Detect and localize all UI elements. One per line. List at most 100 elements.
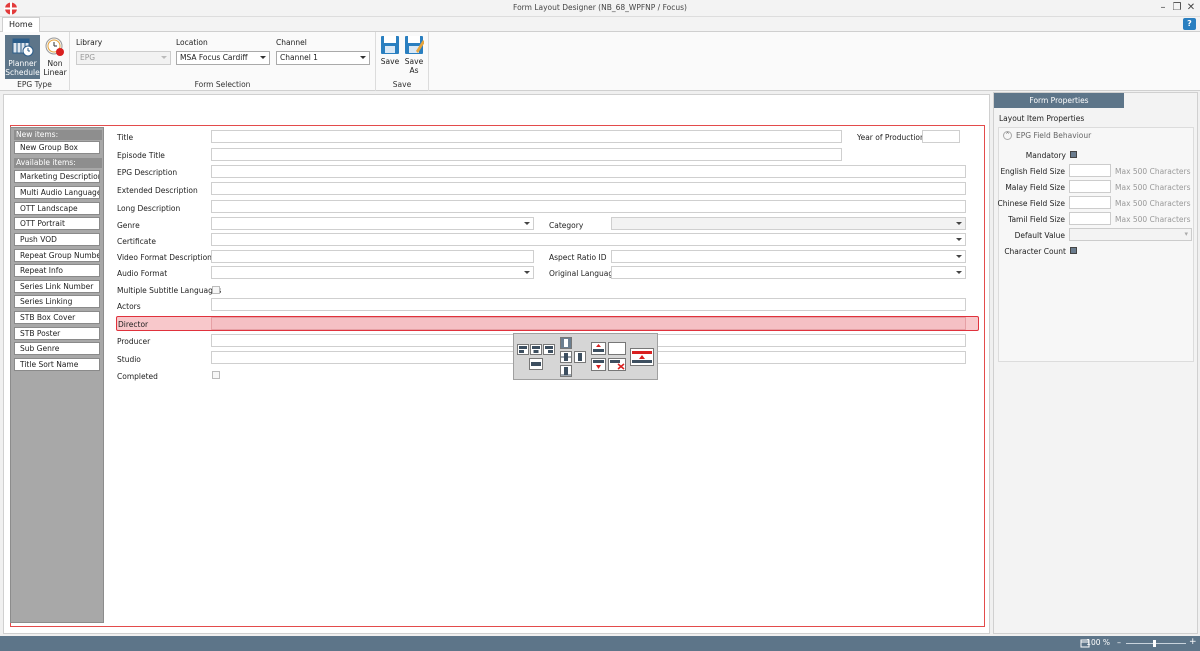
form-selection-group-label: Form Selection	[194, 80, 251, 89]
restore-icon[interactable]: ❐	[1170, 1, 1184, 15]
planner-schedule-button[interactable]: Planner Schedule	[5, 35, 40, 79]
year-of-production-label: Year of Production	[857, 133, 925, 142]
available-item[interactable]: Repeat Group Number	[14, 249, 100, 262]
english-max-hint: Max 500 Characters	[1115, 167, 1191, 176]
episode-title-label: Episode Title	[117, 151, 165, 160]
mandatory-toggle-icon[interactable]	[1070, 151, 1077, 158]
available-item[interactable]: STB Box Cover	[14, 311, 100, 324]
help-icon[interactable]: ?	[1183, 18, 1196, 30]
location-select[interactable]: MSA Focus Cardiff	[176, 51, 270, 65]
certificate-select[interactable]	[211, 233, 966, 246]
align-bottom-icon[interactable]	[560, 365, 572, 377]
empty-space-icon[interactable]	[608, 342, 626, 355]
zoom-slider[interactable]	[1126, 643, 1186, 644]
tab-form-properties[interactable]: Form Properties	[994, 93, 1124, 108]
planner-label-1: Planner	[8, 59, 37, 68]
available-item[interactable]: Repeat Info	[14, 264, 100, 277]
malay-field-size-input[interactable]	[1069, 180, 1111, 193]
audio-format-select[interactable]	[211, 266, 534, 279]
completed-checkbox[interactable]	[212, 371, 220, 379]
extended-description-field[interactable]	[211, 182, 966, 195]
character-count-toggle-icon[interactable]	[1070, 247, 1077, 254]
tab-home[interactable]: Home	[2, 17, 40, 32]
library-value: EPG	[80, 53, 96, 62]
character-count-label: Character Count	[1004, 247, 1066, 256]
channel-select[interactable]: Channel 1	[276, 51, 370, 65]
library-label: Library	[76, 38, 103, 47]
zoom-out-icon[interactable]: –	[1117, 639, 1121, 647]
chinese-max-hint: Max 500 Characters	[1115, 199, 1191, 208]
english-field-size-input[interactable]	[1069, 164, 1111, 177]
available-item[interactable]: Series Link Number	[14, 280, 100, 293]
mandatory-label: Mandatory	[1025, 151, 1066, 160]
non-linear-button[interactable]: Non Linear	[42, 35, 68, 79]
align-right-icon[interactable]	[543, 344, 555, 355]
completed-label: Completed	[117, 372, 158, 381]
form-properties-panel: Form Properties Layout Item Properties ⌃…	[993, 92, 1198, 634]
new-group-box-item[interactable]: New Group Box	[14, 141, 100, 154]
non-linear-label-1: Non	[47, 59, 63, 68]
default-value-select[interactable]: ▾	[1069, 228, 1192, 241]
ribbon: Planner Schedule Non Linear EPG Type Lib…	[0, 32, 1200, 91]
available-item[interactable]: Series Linking	[14, 295, 100, 308]
move-to-row-icon[interactable]	[630, 348, 654, 366]
episode-title-field[interactable]	[211, 148, 842, 161]
multiple-subtitle-languages-checkbox[interactable]	[212, 286, 220, 294]
available-item[interactable]: Title Sort Name	[14, 358, 100, 371]
save-group: Save Save As Save	[376, 32, 429, 91]
available-item[interactable]: OTT Portrait	[14, 217, 100, 230]
delete-item-icon[interactable]	[608, 358, 626, 371]
title-field[interactable]	[211, 130, 842, 143]
epg-description-field[interactable]	[211, 165, 966, 178]
minimize-icon[interactable]: –	[1156, 1, 1170, 15]
non-linear-clock-icon	[45, 37, 64, 56]
available-item[interactable]: Push VOD	[14, 233, 100, 246]
video-format-description-field[interactable]	[211, 250, 534, 263]
long-description-field[interactable]	[211, 200, 966, 213]
producer-label: Producer	[117, 337, 151, 346]
actors-field[interactable]	[211, 298, 966, 311]
library-select[interactable]: EPG	[76, 51, 171, 65]
certificate-label: Certificate	[117, 237, 156, 246]
align-middle-icon[interactable]	[560, 351, 572, 363]
available-item[interactable]: Marketing Description	[14, 170, 100, 183]
tamil-field-size-input[interactable]	[1069, 212, 1111, 225]
stretch-vertical-icon[interactable]	[574, 351, 586, 363]
location-value: MSA Focus Cardiff	[180, 53, 248, 62]
zoom-slider-thumb[interactable]	[1153, 640, 1156, 647]
align-left-icon[interactable]	[517, 344, 529, 355]
chevron-down-icon	[956, 271, 962, 274]
channel-label: Channel	[276, 38, 307, 47]
planner-schedule-icon	[12, 38, 33, 57]
title-bar: Form Layout Designer (NB_68_WPFNP / Focu…	[0, 0, 1200, 17]
category-select[interactable]	[611, 217, 966, 230]
aspect-ratio-id-select[interactable]	[611, 250, 966, 263]
layout-toolbar	[513, 333, 658, 380]
available-item[interactable]: STB Poster	[14, 327, 100, 340]
available-item[interactable]: OTT Landscape	[14, 202, 100, 215]
save-as-button[interactable]: Save As	[402, 35, 426, 75]
ribbon-tab-row: Home ?	[0, 17, 1200, 32]
chevron-down-icon	[360, 56, 366, 59]
year-of-production-field[interactable]	[922, 130, 960, 143]
items-panel: New items: New Group Box Available items…	[10, 127, 104, 623]
close-icon[interactable]: ✕	[1184, 1, 1198, 15]
align-center-icon[interactable]	[530, 344, 542, 355]
director-label: Director	[118, 320, 149, 329]
director-field[interactable]	[211, 317, 966, 330]
stretch-horizontal-icon[interactable]	[529, 358, 543, 370]
original-language-select[interactable]	[611, 266, 966, 279]
audio-format-label: Audio Format	[117, 269, 168, 278]
chinese-field-size-input[interactable]	[1069, 196, 1111, 209]
english-field-size-label: English Field Size	[1000, 167, 1065, 176]
zoom-in-icon[interactable]: +	[1189, 638, 1197, 647]
align-top-icon[interactable]	[560, 337, 572, 349]
genre-select[interactable]	[211, 217, 534, 230]
available-item[interactable]: Multi Audio Languages	[14, 186, 100, 199]
insert-below-icon[interactable]	[591, 358, 606, 371]
available-item[interactable]: Sub Genre	[14, 342, 100, 355]
collapse-arrow-icon[interactable]: ⌃	[1003, 131, 1012, 140]
long-description-label: Long Description	[117, 204, 181, 213]
save-button[interactable]: Save	[379, 35, 401, 66]
insert-above-icon[interactable]	[591, 342, 606, 355]
